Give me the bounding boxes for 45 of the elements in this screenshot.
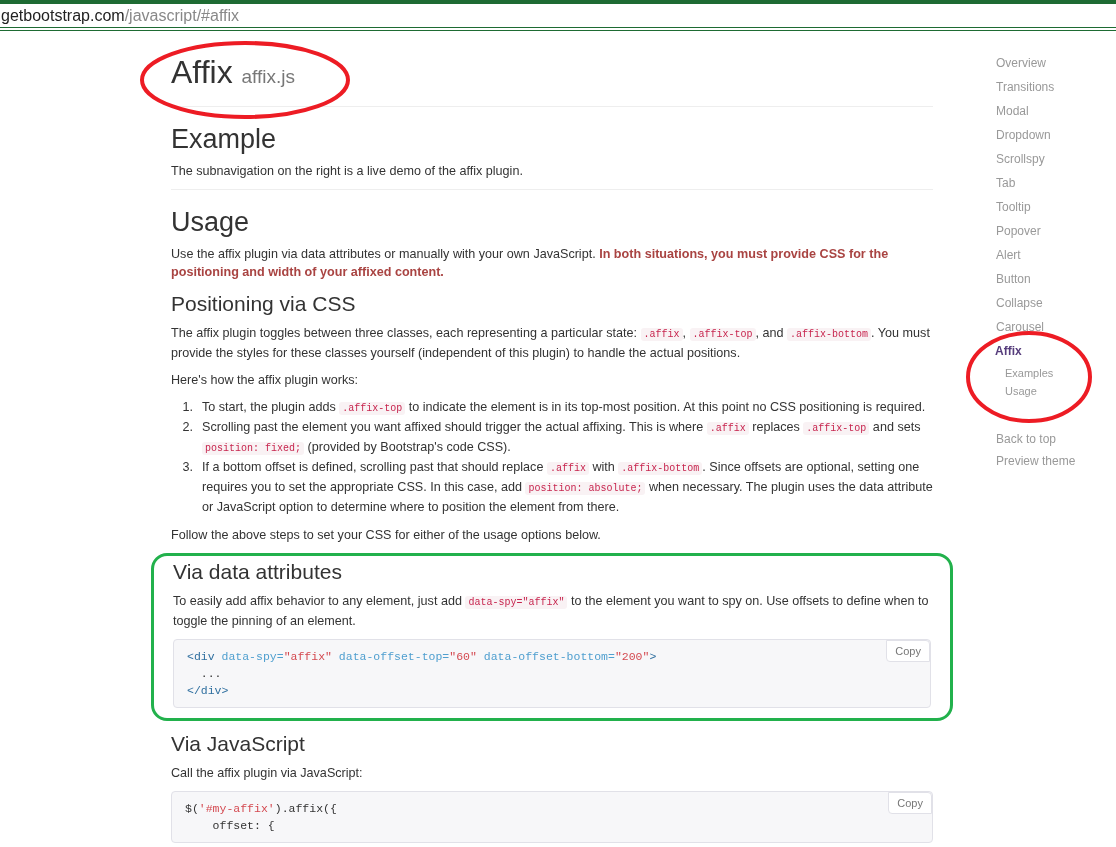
sidebar-link[interactable]: Alert xyxy=(996,247,1021,271)
sidebar-link[interactable]: Examples xyxy=(996,366,1054,383)
list-item-text: Scrolling past the element you want affixed should trigger the actual affixing. This is where .affix replaces .affix-top and sets position: fixed; (provided by Bootstrap's code CSS). xyxy=(202,419,922,457)
paragraph: Follow the above steps to set your CSS for either of the usage options below. xyxy=(171,527,602,544)
paragraph: Use the affix plugin via data attributes or manually with your own JavaScript. In both situations, you must provide CSS for the positioning and width of your affixed content. xyxy=(171,246,890,281)
sidebar-link[interactable]: Button xyxy=(996,271,1031,295)
code-line: offset: { xyxy=(211,818,275,834)
paragraph: Call the affix plugin via JavaScript: xyxy=(171,765,364,782)
sidebar-link[interactable]: Carousel xyxy=(996,319,1045,343)
code-line: <div data-spy="affix" data-offset-top="60" data-offset-bottom="200"> xyxy=(187,649,657,665)
sidebar-link[interactable]: Transitions xyxy=(996,79,1055,103)
list-item-text: To start, the plugin adds .affix-top to indicate the element is in its top-most position. At this point no CSS positioning is required. xyxy=(202,399,927,417)
sidebar-link[interactable]: Tab xyxy=(996,175,1016,199)
section-heading: Usage xyxy=(171,207,251,237)
paragraph: To easily add affix behavior to any element, just add data-spy="affix" to the element you want to spy on. Use offsets to define when to toggle the pinning of an element. xyxy=(173,593,930,630)
sidebar-link[interactable]: Popover xyxy=(996,223,1041,247)
sidebar-link[interactable]: Modal xyxy=(996,103,1029,127)
address-field[interactable]: getbootstrap.com/javascript/#affix xyxy=(0,3,1116,28)
paragraph: The subnavigation on the right is a live demo of the affix plugin. xyxy=(171,163,524,180)
paragraph: Here's how the affix plugin works: xyxy=(171,372,359,389)
page-subtitle: affix.js xyxy=(241,66,296,87)
subsection-heading: Via data attributes xyxy=(173,559,343,585)
list-number: 2. xyxy=(181,419,194,436)
sidebar-link[interactable]: Scrollspy xyxy=(996,151,1045,175)
code-line: ... xyxy=(199,666,222,682)
sidebar-link[interactable]: Overview xyxy=(996,55,1046,79)
sidebar-link[interactable]: Tooltip xyxy=(996,199,1031,223)
code-line: $('#my-affix').affix({ xyxy=(185,801,337,817)
copy-button[interactable]: Copy xyxy=(886,640,930,662)
list-number: 3. xyxy=(181,459,194,476)
sidebar-link[interactable]: Preview theme xyxy=(996,453,1076,475)
sidebar-link[interactable]: Dropdown xyxy=(996,127,1051,151)
subsection-heading: Via JavaScript xyxy=(171,731,306,757)
sidebar-link[interactable]: Back to top xyxy=(996,431,1057,453)
section-heading: Example xyxy=(171,124,278,154)
subsection-heading: Positioning via CSS xyxy=(171,291,357,317)
sidebar-link[interactable]: Affix xyxy=(995,343,1022,367)
paragraph: The affix plugin toggles between three classes, each representing a particular state: .affix , .affix-top , and .affix-bottom . You must provide the styles for these classes yourself (independent of this plugin) to handle the actual positions. xyxy=(171,325,931,362)
copy-button[interactable]: Copy xyxy=(888,792,932,814)
code-line: </div> xyxy=(187,683,229,699)
sidebar-link[interactable]: Usage xyxy=(996,384,1037,401)
page-title: Affix xyxy=(171,54,233,90)
sidebar-link[interactable]: Collapse xyxy=(996,295,1043,319)
list-number: 1. xyxy=(181,399,194,416)
list-item-text: If a bottom offset is defined, scrolling past that should replace .affix with .affix-bottom . Since offsets are optional, setting one requires you to set the appropriate CSS. In this case, add position: absolute; when necessary. The plugin uses the data attribute or JavaScript option to determine where to position the element from there. xyxy=(202,459,933,516)
